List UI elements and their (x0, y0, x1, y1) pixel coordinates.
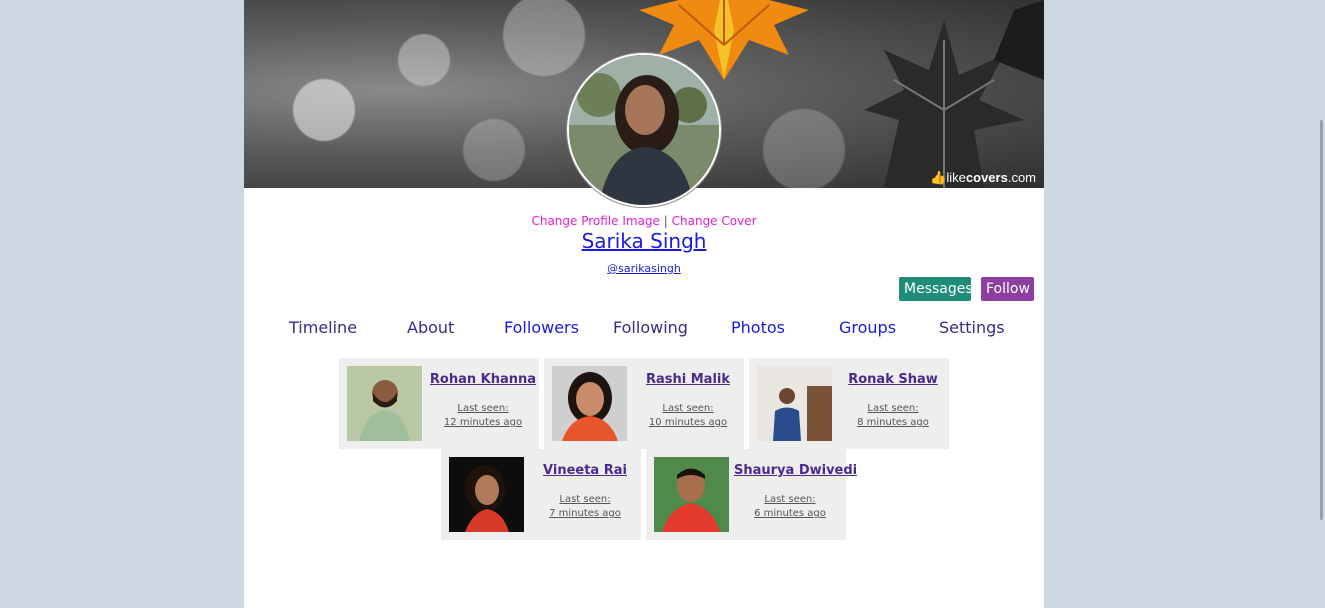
nav-settings[interactable]: Settings (939, 318, 1005, 337)
profile-avatar-image (569, 55, 719, 205)
nav-about[interactable]: About (407, 318, 454, 337)
profile-page: 👍likecovers.com Change Profile Image | C… (244, 0, 1044, 608)
dark-leaves-image (864, 0, 1044, 188)
change-cover-link[interactable]: Change Cover (672, 214, 757, 228)
follower-card: Rashi Malik Last seen: 10 minutes ago (544, 358, 744, 449)
follower-last-seen: Last seen: 10 minutes ago (632, 402, 744, 430)
follower-card: Shaurya Dwivedi Last seen: 6 minutes ago (646, 449, 857, 540)
follower-name-link[interactable]: Rashi Malik (632, 372, 744, 387)
follow-button[interactable]: Follow (981, 277, 1034, 301)
follower-avatar[interactable] (757, 366, 832, 441)
nav-photos[interactable]: Photos (731, 318, 785, 337)
change-profile-image-link[interactable]: Change Profile Image (531, 214, 659, 228)
follower-avatar[interactable] (552, 366, 627, 441)
watermark-brand: covers (965, 170, 1008, 185)
last-seen-time: 6 minutes ago (754, 508, 826, 519)
follower-avatar[interactable] (449, 457, 524, 532)
follower-last-seen: Last seen: 12 minutes ago (427, 402, 539, 430)
watermark-prefix: like (946, 170, 966, 185)
last-seen-label: Last seen: (867, 403, 919, 414)
profile-name-link[interactable]: Sarika Singh (244, 229, 1044, 253)
last-seen-time: 12 minutes ago (443, 417, 523, 428)
page-scrollbar[interactable] (1317, 0, 1325, 608)
last-seen-time: 7 minutes ago (549, 508, 621, 519)
follower-card: Rohan Khanna Last seen: 12 minutes ago (339, 358, 539, 449)
link-separator: | (663, 214, 668, 228)
last-seen-label: Last seen: (662, 403, 714, 414)
last-seen-label: Last seen: (764, 494, 816, 505)
last-seen-label: Last seen: (559, 494, 611, 505)
follower-name-link[interactable]: Ronak Shaw (837, 372, 949, 387)
scrollbar-thumb[interactable] (1320, 120, 1323, 520)
profile-avatar[interactable] (567, 53, 721, 207)
follower-last-seen: Last seen: 7 minutes ago (529, 493, 641, 521)
nav-groups[interactable]: Groups (839, 318, 896, 337)
follower-name-link[interactable]: Vineeta Rai (529, 463, 641, 478)
follower-name-link[interactable]: Rohan Khanna (427, 372, 539, 387)
follower-avatar[interactable] (654, 457, 729, 532)
last-seen-time: 8 minutes ago (857, 417, 929, 428)
nav-followers[interactable]: Followers (504, 318, 579, 337)
cover-watermark: 👍likecovers.com (930, 170, 1036, 186)
nav-following[interactable]: Following (613, 318, 688, 337)
follower-card: Vineeta Rai Last seen: 7 minutes ago (441, 449, 641, 540)
watermark-suffix: .com (1007, 170, 1036, 185)
profile-handle-link[interactable]: @sarikasingh (244, 262, 1044, 275)
change-links: Change Profile Image | Change Cover (244, 214, 1044, 228)
messages-button[interactable]: Messages (899, 277, 973, 301)
thumbs-up-icon: 👍 (930, 170, 947, 185)
follower-name-link[interactable]: Shaurya Dwivedi (734, 463, 857, 478)
follower-card: Ronak Shaw Last seen: 8 minutes ago (749, 358, 949, 449)
last-seen-time: 10 minutes ago (648, 417, 728, 428)
follower-avatar[interactable] (347, 366, 422, 441)
follower-last-seen: Last seen: 8 minutes ago (837, 402, 949, 430)
follower-last-seen: Last seen: 6 minutes ago (734, 493, 846, 521)
last-seen-label: Last seen: (457, 403, 509, 414)
nav-timeline[interactable]: Timeline (289, 318, 357, 337)
profile-nav: Timeline About Followers Following Photo… (244, 318, 1044, 340)
